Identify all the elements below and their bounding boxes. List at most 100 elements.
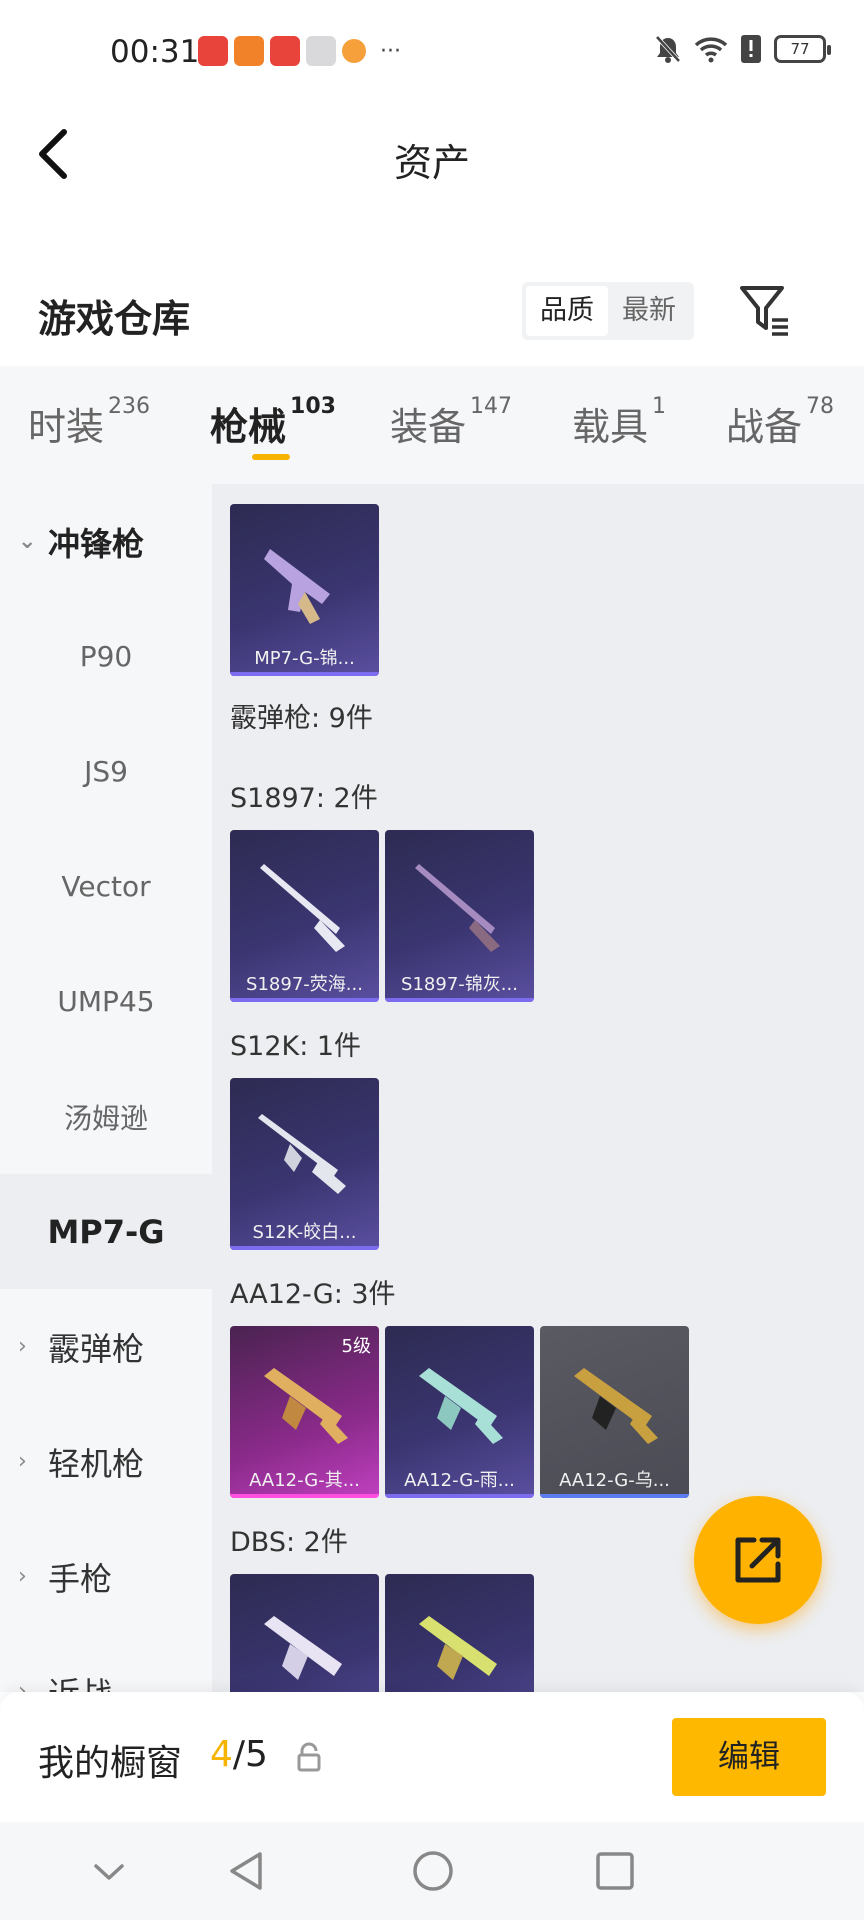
sidebar-item-vector[interactable]: Vector xyxy=(0,829,212,944)
shotgun-weapon-icon xyxy=(264,1616,342,1680)
page-title: 资产 xyxy=(393,141,470,185)
showcase-separator: / xyxy=(232,1734,246,1775)
showcase-count: 4/5 xyxy=(210,1734,268,1775)
item-card-dbs-2[interactable] xyxy=(385,1574,534,1692)
lock-icon xyxy=(297,1742,321,1772)
more-indicator: ··· xyxy=(380,38,401,64)
rarity-bar xyxy=(385,1494,534,1498)
smg-weapon-icon xyxy=(264,549,330,624)
item-name: AA12-G-乌... xyxy=(559,1470,670,1491)
shotgun-weapon-icon xyxy=(258,1114,346,1194)
shotgun-weapon-icon xyxy=(415,864,500,952)
mute-icon xyxy=(655,35,681,63)
tab-vehicles[interactable]: 载具 1 xyxy=(572,394,666,451)
sidebar-item-ump45[interactable]: UMP45 xyxy=(0,944,212,1059)
home-circle-icon[interactable] xyxy=(408,1846,458,1896)
tab-label: 时装 xyxy=(28,405,105,449)
gift-notif-icon xyxy=(306,36,336,66)
rarity-bar xyxy=(230,672,379,676)
sort-quality-option[interactable]: 品质 xyxy=(526,286,608,336)
chevron-down-icon: ⌄ xyxy=(18,529,37,554)
shotgun-weapon-icon xyxy=(419,1616,497,1680)
showcase-current: 4 xyxy=(210,1734,233,1775)
rarity-bar xyxy=(230,998,379,1002)
item-card-s1897-1[interactable]: S1897-荧海... xyxy=(230,830,379,1002)
showcase-panel: 我的橱窗 4/5 编辑 xyxy=(0,1692,864,1822)
item-card-dbs-1[interactable] xyxy=(230,1574,379,1692)
sidebar-group-melee[interactable]: › 近战 xyxy=(0,1634,212,1693)
system-status-icons: 77 xyxy=(654,34,831,64)
active-tab-indicator xyxy=(252,454,290,460)
filter-icon xyxy=(740,286,788,336)
item-name: MP7-G-锦... xyxy=(254,648,355,669)
sort-toggle: 品质 最新 xyxy=(522,282,694,340)
tab-guns[interactable]: 枪械 103 xyxy=(210,394,336,451)
sidebar-group-label: 轻机枪 xyxy=(48,1444,145,1483)
item-card-aa12-3[interactable]: AA12-G-乌... xyxy=(540,1326,689,1498)
edit-button[interactable]: 编辑 xyxy=(672,1718,826,1796)
item-card-mp7[interactable]: MP7-G-锦... xyxy=(230,504,379,676)
tab-count: 236 xyxy=(108,394,151,419)
item-name: S1897-锦灰... xyxy=(401,974,518,995)
section-s12k: S12K: 1件 xyxy=(230,1031,362,1062)
orange-app-notif-icon xyxy=(234,36,264,66)
tab-count: 78 xyxy=(806,394,835,419)
chevron-right-icon: › xyxy=(18,1449,27,1474)
sidebar-item-js9[interactable]: JS9 xyxy=(0,714,212,829)
item-name: S1897-荧海... xyxy=(246,974,363,995)
rarity-bar xyxy=(385,998,534,1002)
item-card-s12k[interactable]: S12K-皎白... xyxy=(230,1078,379,1250)
alert-icon xyxy=(741,35,761,63)
sidebar-group-label: 霰弹枪 xyxy=(48,1329,145,1368)
section-s1897: S1897: 2件 xyxy=(230,783,378,814)
tab-battle-gear[interactable]: 战备 78 xyxy=(726,394,835,451)
tab-count: 147 xyxy=(470,394,513,419)
notification-icons: ··· xyxy=(198,36,401,66)
rarity-bar xyxy=(230,1246,379,1250)
back-triangle-icon[interactable] xyxy=(222,1846,272,1896)
sidebar-item-thompson[interactable]: 汤姆逊 xyxy=(0,1059,212,1174)
chevron-right-icon: › xyxy=(18,1334,27,1359)
sidebar-group-label: 近战 xyxy=(48,1669,112,1693)
status-bar: 00:31 ··· 77 xyxy=(0,0,864,104)
rarity-bar xyxy=(540,1494,689,1498)
tab-count: 103 xyxy=(290,394,336,419)
share-fab-button[interactable] xyxy=(694,1496,822,1624)
huawei-app-notif-icon xyxy=(198,36,228,66)
shotgun-weapon-icon xyxy=(260,864,345,952)
warehouse-header: 游戏仓库 品质 最新 xyxy=(0,270,864,360)
item-name: AA12-G-雨... xyxy=(404,1470,515,1491)
page-header: 资产 xyxy=(0,104,864,204)
huawei-app-notif-icon xyxy=(270,36,300,66)
recents-square-icon[interactable] xyxy=(590,1846,640,1896)
item-card-aa12-2[interactable]: AA12-G-雨... xyxy=(385,1326,534,1498)
shotgun-weapon-icon xyxy=(264,1368,348,1444)
tab-label: 载具 xyxy=(572,405,649,449)
category-tabs: 时装 236 枪械 103 装备 147 载具 1 战备 78 xyxy=(0,366,864,484)
tab-fashion[interactable]: 时装 236 xyxy=(28,394,151,451)
sort-latest-option[interactable]: 最新 xyxy=(608,286,690,336)
sidebar-group-smg[interactable]: ⌄ 冲锋枪 xyxy=(0,484,212,599)
sidebar-group-lmg[interactable]: › 轻机枪 xyxy=(0,1404,212,1519)
system-nav-bar xyxy=(0,1822,864,1920)
wifi-icon xyxy=(694,37,728,63)
tab-label: 战备 xyxy=(726,405,803,449)
tab-equipment[interactable]: 装备 147 xyxy=(390,394,513,451)
item-card-s1897-2[interactable]: S1897-锦灰... xyxy=(385,830,534,1002)
sidebar-item-p90[interactable]: P90 xyxy=(0,599,212,714)
sidebar-group-shotgun[interactable]: › 霰弹枪 xyxy=(0,1289,212,1404)
battery-icon: 77 xyxy=(774,35,831,63)
item-card-aa12-1[interactable]: 5级 AA12-G-其... xyxy=(230,1326,379,1498)
chevron-right-icon: › xyxy=(18,1679,27,1692)
warehouse-title: 游戏仓库 xyxy=(38,297,191,341)
pet-notif-icon xyxy=(342,39,366,63)
category-sidebar: ⌄ 冲锋枪 P90 JS9 Vector UMP45 汤姆逊 MP7-G › 霰… xyxy=(0,484,212,1692)
sidebar-item-mp7g[interactable]: MP7-G xyxy=(0,1174,212,1289)
section-dbs: DBS: 2件 xyxy=(230,1527,348,1558)
shotgun-weapon-icon xyxy=(419,1368,503,1444)
collapse-chevron-icon[interactable] xyxy=(84,1846,134,1896)
sidebar-group-pistol[interactable]: › 手枪 xyxy=(0,1519,212,1634)
filter-button[interactable] xyxy=(738,282,792,340)
sidebar-group-label: 手枪 xyxy=(48,1559,113,1598)
rarity-bar xyxy=(230,1494,379,1498)
